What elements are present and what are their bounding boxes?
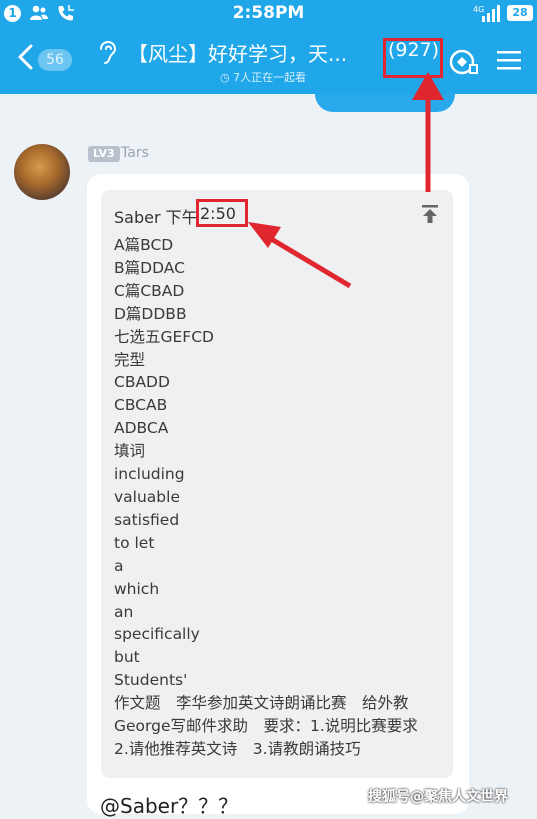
annotation-arrowhead-up [412,72,444,100]
annotation-arrows [248,72,444,289]
annotation-arrow-left [266,234,352,289]
